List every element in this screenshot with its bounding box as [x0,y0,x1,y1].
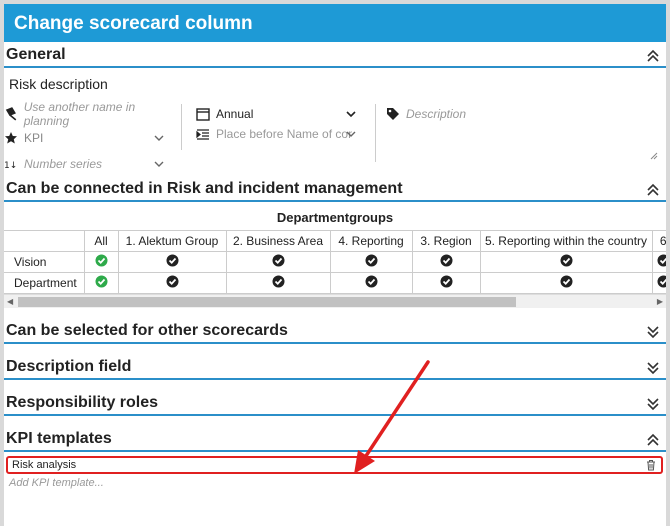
chevron-down-icon[interactable] [646,361,660,375]
trash-icon[interactable] [645,459,657,471]
column-header: 4. Reporting [329,230,413,252]
column-header: 3. Region [411,230,481,252]
column-header: 6 [651,230,666,252]
table-row: Vision [4,251,666,273]
chevron-down-icon[interactable] [346,130,356,138]
row-label: Vision [4,251,85,273]
departmentgroups-title: Departmentgroups [276,210,394,225]
column-header: 2. Business Area [225,230,331,252]
check-icon[interactable] [329,251,413,273]
check-icon[interactable] [411,251,481,273]
check-icon[interactable] [225,251,331,273]
check-icon[interactable] [411,272,481,294]
section-risk-label: Can be connected in Risk and incident ma… [6,180,403,197]
description-column[interactable]: Description [376,98,666,176]
place-before-select[interactable]: Place before Name of cor [196,124,366,144]
section-kpi-templates-header[interactable]: KPI templates [4,426,666,452]
row-label: Department [4,272,85,294]
period-select[interactable]: Annual [196,104,366,124]
check-icon[interactable] [225,272,331,294]
star-icon [5,132,17,144]
kpi-template-label: Risk analysis [12,459,77,471]
chevron-up-icon[interactable] [646,49,660,63]
section-selected-header[interactable]: Can be selected for other scorecards [4,318,666,344]
scroll-left-icon[interactable]: ◀ [7,297,13,306]
check-all-icon[interactable] [83,272,119,294]
section-general-header[interactable]: General [4,42,666,68]
check-icon[interactable] [117,272,227,294]
calendar-icon [196,108,210,121]
svg-text:1↓: 1↓ [4,161,17,171]
chevron-up-icon[interactable] [646,433,660,447]
alt-name-input[interactable]: Use another name in planning [24,100,181,128]
place-before-input: Place before Name of cor [216,127,353,141]
column-header: 5. Reporting within the country [479,230,653,252]
section-kpi-templates-label: KPI templates [6,430,112,447]
table-header-row: All 1. Alektum Group 2. Business Area 4.… [4,230,666,252]
description-input[interactable]: Description [386,104,466,124]
chevron-down-icon[interactable] [154,134,164,142]
name-field[interactable]: Risk description [4,68,666,94]
scrollbar-thumb[interactable] [18,297,516,307]
alt-name-row[interactable]: Use another name in planning [4,100,181,128]
chevron-down-icon[interactable] [646,397,660,411]
departmentgroups-table-wrap: All 1. Alektum Group 2. Business Area 4.… [4,230,666,294]
section-risk-header[interactable]: Can be connected in Risk and incident ma… [4,176,666,202]
check-icon[interactable] [329,272,413,294]
general-column-middle: Annual Place before Name of cor [182,104,376,162]
check-icon[interactable] [117,251,227,273]
general-fields: Use another name in planning KPI 1↓ Numb… [4,94,666,176]
scroll-right-icon[interactable]: ▶ [657,297,663,306]
sort-numeric-icon: 1↓ [4,161,17,171]
table-corner-cell [4,230,85,252]
tag-icon [387,108,399,120]
general-column-left: Use another name in planning KPI 1↓ Numb… [4,100,182,171]
number-series-input: Number series [24,157,103,171]
check-icon[interactable] [651,251,666,273]
horizontal-scrollbar[interactable]: ◀ ▶ [4,294,666,308]
kpi-select[interactable]: KPI [4,128,174,148]
period-value: Annual [216,107,254,121]
indent-icon [196,129,209,140]
pin-icon [5,107,17,121]
section-selected-label: Can be selected for other scorecards [6,322,288,339]
kpi-value: KPI [24,131,44,145]
check-icon[interactable] [651,272,666,294]
section-general-label: General [6,46,66,63]
column-header: All [83,230,119,252]
section-description-header[interactable]: Description field [4,354,666,380]
dialog-title: Change scorecard column [4,4,666,42]
chevron-up-icon[interactable] [646,183,660,197]
resize-handle-icon[interactable] [650,152,658,160]
column-header: 1. Alektum Group [117,230,227,252]
section-description-label: Description field [6,358,132,375]
chevron-down-icon[interactable] [346,110,356,118]
description-placeholder: Description [406,107,467,121]
departmentgroups-table: All 1. Alektum Group 2. Business Area 4.… [4,230,666,294]
check-all-icon[interactable] [83,251,119,273]
section-responsibility-header[interactable]: Responsibility roles [4,390,666,416]
change-scorecard-dialog: Change scorecard column General Risk des… [4,4,666,526]
chevron-down-icon[interactable] [154,160,164,168]
number-series-select[interactable]: 1↓ Number series [4,154,174,174]
section-responsibility-label: Responsibility roles [6,394,159,411]
check-icon[interactable] [479,251,653,273]
check-icon[interactable] [479,272,653,294]
add-kpi-template-input[interactable]: Add KPI template... [4,474,666,492]
table-row: Department [4,272,666,294]
kpi-template-item[interactable]: Risk analysis [6,456,663,474]
chevron-down-icon[interactable] [646,325,660,339]
